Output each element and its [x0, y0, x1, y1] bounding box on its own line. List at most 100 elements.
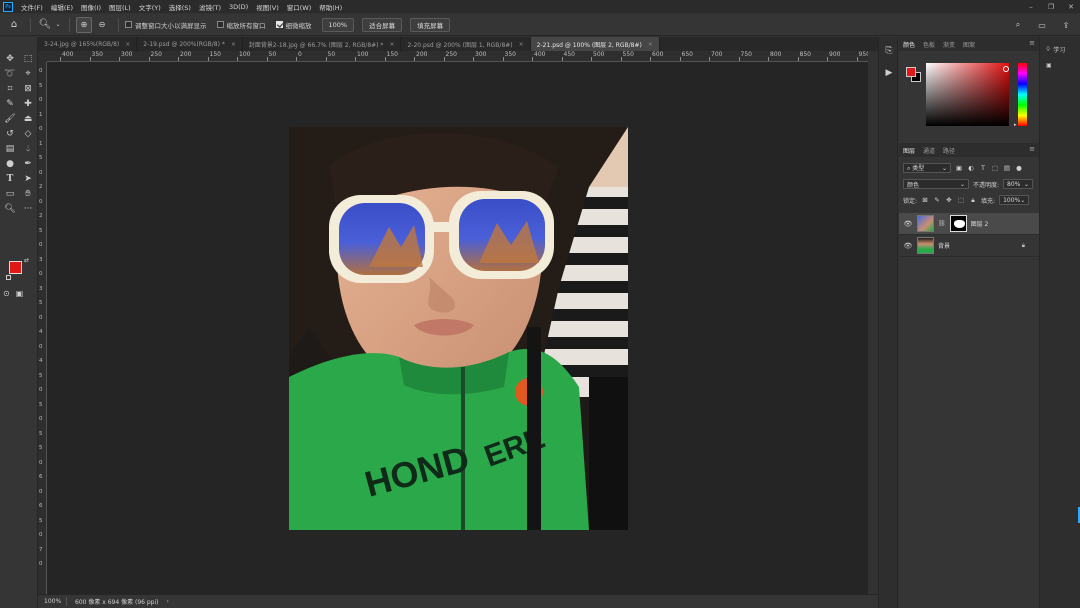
doc-tab-3-24[interactable]: 3-24.jpg @ 165%(RGB/8) × [38, 37, 138, 51]
zoom-out-icon[interactable]: ⊖ [94, 17, 110, 33]
horizontal-ruler[interactable]: 400 350 300 250 200 150 100 50 0 50 100 150 200 250 30… [47, 51, 868, 62]
filter-smart-object-icon[interactable]: ▤ [1003, 164, 1011, 172]
crop-tool-icon[interactable]: ⌗ [1, 81, 19, 96]
gradient-tool-icon[interactable]: ▤ [1, 141, 19, 156]
doc-tab-2-19[interactable]: 2-19.psd @ 200%(RGB/8) * × [137, 37, 243, 51]
libraries-panel-button[interactable]: ▣ [1040, 54, 1080, 69]
zoom-100-button[interactable]: 100% [321, 17, 355, 32]
eyedropper-tool-icon[interactable]: ✎ [1, 96, 19, 111]
quick-select-tool-icon[interactable]: ⌖ [19, 66, 37, 81]
panel-menu-icon[interactable]: ≡ [1029, 145, 1035, 153]
history-brush-tool-icon[interactable]: ↺ [1, 126, 19, 141]
learn-panel-button[interactable]: 💡︎ 学习 [1040, 37, 1080, 55]
default-colors-icon[interactable] [6, 275, 11, 280]
layer-thumbnail[interactable] [917, 237, 934, 254]
menu-file[interactable]: 文件(F) [17, 2, 47, 12]
zoom-in-icon[interactable]: ⊕ [76, 16, 92, 33]
screen-mode-icon[interactable]: ▣ [16, 289, 24, 298]
home-icon[interactable]: ⌂ [6, 17, 22, 33]
filter-shape-icon[interactable]: ⬚ [991, 164, 999, 172]
checkbox-box[interactable] [275, 21, 283, 28]
eraser-tool-icon[interactable]: ◇ [19, 126, 37, 141]
fit-screen-button[interactable]: 适合屏幕 [362, 17, 403, 32]
layer-mask-thumbnail[interactable] [949, 215, 967, 232]
opacity-input[interactable]: 80% ⌄ [1003, 179, 1034, 189]
lock-all-icon[interactable]: 🔒︎ [969, 196, 977, 204]
doc-tab-2-21[interactable]: 2-21.psd @ 100% (图层 2, RGB/8#) × [530, 37, 660, 51]
restore-button[interactable]: ❐ [1046, 3, 1056, 11]
doc-tab-2-18[interactable]: 封面背景2-18.jpg @ 66.7% (图层 2, RGB/8#) * × [243, 37, 402, 51]
layer-filter-select[interactable]: ⌕ 类型 ⌄ [903, 163, 951, 173]
zoom-tool-icon[interactable]: 🔍︎ [1, 201, 19, 216]
fill-screen-button[interactable]: 填充屏幕 [410, 17, 451, 32]
link-icon[interactable]: ⛓︎ [938, 220, 946, 227]
tab-layers[interactable]: 图层 [903, 146, 915, 155]
type-tool-icon[interactable]: T [1, 171, 19, 186]
tab-gradients[interactable]: 渐变 [943, 40, 955, 49]
fill-input[interactable]: 100% ⌄ [999, 195, 1030, 205]
color-field[interactable] [926, 63, 1009, 126]
doc-tab-2-20[interactable]: 2-20.psd @ 200% (图层 1, RGB/8#) × [401, 37, 531, 51]
quick-mask-icon[interactable]: ⊙ [3, 289, 10, 298]
search-icon[interactable]: ⌕ [1010, 17, 1026, 33]
layer-name[interactable]: 图层 2 [971, 219, 989, 228]
menu-layer[interactable]: 图层(L) [105, 2, 135, 12]
close-button[interactable]: ✕ [1066, 3, 1076, 11]
eye-icon[interactable]: 👁︎ [903, 220, 913, 228]
brush-tool-icon[interactable]: 🖌︎ [1, 111, 19, 126]
close-icon[interactable]: × [231, 41, 236, 48]
checkbox-box[interactable] [216, 21, 224, 28]
lock-transparent-icon[interactable]: ⊠ [921, 196, 929, 204]
dodge-tool-icon[interactable]: ● [1, 156, 19, 171]
menu-type[interactable]: 文字(Y) [135, 2, 165, 12]
move-tool-icon[interactable]: ✥ [1, 51, 19, 66]
filter-type-icon[interactable]: T [979, 164, 987, 172]
marquee-tool-icon[interactable]: ⬚ [19, 51, 37, 66]
lasso-tool-icon[interactable]: ➰ [1, 66, 19, 81]
foreground-color-swatch[interactable] [9, 261, 22, 274]
chevron-down-icon[interactable]: ⌄ [55, 17, 61, 33]
status-menu-arrow[interactable]: › [167, 598, 169, 605]
pen-tool-icon[interactable]: ✒ [19, 156, 37, 171]
panel-menu-icon[interactable]: ≡ [1029, 39, 1035, 47]
tab-paths[interactable]: 路径 [943, 146, 955, 155]
close-icon[interactable]: × [389, 41, 394, 48]
history-icon[interactable]: ⎘ [879, 43, 899, 59]
vertical-ruler[interactable]: 0 5 0 1 0 1 5 0 2 0 2 5 0 3 0 3 5 0 4 0 4 5 0 5 0 5 5 0 6 0 6 5 0 7 0 [38, 62, 47, 594]
workspace-icon[interactable]: ▭ [1034, 17, 1050, 33]
tab-color[interactable]: 颜色 [903, 40, 915, 49]
swap-colors-icon[interactable]: ⇄ [24, 257, 29, 264]
more-tools-icon[interactable]: ··· [19, 201, 37, 216]
zoom-all-windows-checkbox[interactable]: 缩放所有窗口 [216, 20, 266, 30]
close-icon[interactable]: × [125, 41, 130, 48]
ruler-corner[interactable] [38, 51, 47, 62]
layer-name[interactable]: 背景 [938, 241, 950, 250]
hue-slider-marker[interactable]: ▸ [1014, 122, 1017, 128]
hand-tool-icon[interactable]: ✋︎ [19, 186, 37, 201]
menu-edit[interactable]: 编辑(E) [47, 2, 77, 12]
stamp-tool-icon[interactable]: ⏏ [19, 111, 37, 126]
menu-image[interactable]: 图像(I) [77, 2, 105, 12]
status-zoom-level[interactable]: 100% [38, 598, 66, 605]
lock-position-icon[interactable]: ✥ [945, 196, 953, 204]
layer-row[interactable]: 👁︎ ⛓︎ 图层 2 [899, 213, 1039, 235]
filter-toggle-icon[interactable]: ● [1015, 164, 1023, 172]
minimize-button[interactable]: – [1026, 3, 1036, 11]
checkbox-box[interactable] [125, 21, 132, 28]
menu-filter[interactable]: 滤镜(T) [195, 2, 225, 12]
tab-channels[interactable]: 通道 [923, 146, 935, 155]
lock-artboard-icon[interactable]: ⬚ [957, 196, 965, 204]
color-panel-foreground[interactable] [906, 67, 916, 77]
zoom-tool-preset-icon[interactable]: 🔍︎ [37, 17, 53, 33]
menu-select[interactable]: 选择(S) [165, 2, 195, 12]
tab-swatches[interactable]: 色板 [923, 40, 935, 49]
path-select-tool-icon[interactable]: ➤ [19, 171, 37, 186]
hue-slider[interactable] [1018, 63, 1027, 126]
resize-windows-checkbox[interactable]: 调整窗口大小以满屏显示 [125, 20, 207, 30]
play-icon[interactable]: ▶ [879, 65, 899, 81]
close-icon[interactable]: × [648, 41, 653, 48]
menu-3d[interactable]: 3D(D) [225, 3, 252, 11]
filter-adjustment-icon[interactable]: ◐ [967, 164, 975, 172]
layer-row[interactable]: 👁︎ 背景 🔒︎ [899, 235, 1039, 257]
layer-thumbnail[interactable] [917, 215, 934, 232]
